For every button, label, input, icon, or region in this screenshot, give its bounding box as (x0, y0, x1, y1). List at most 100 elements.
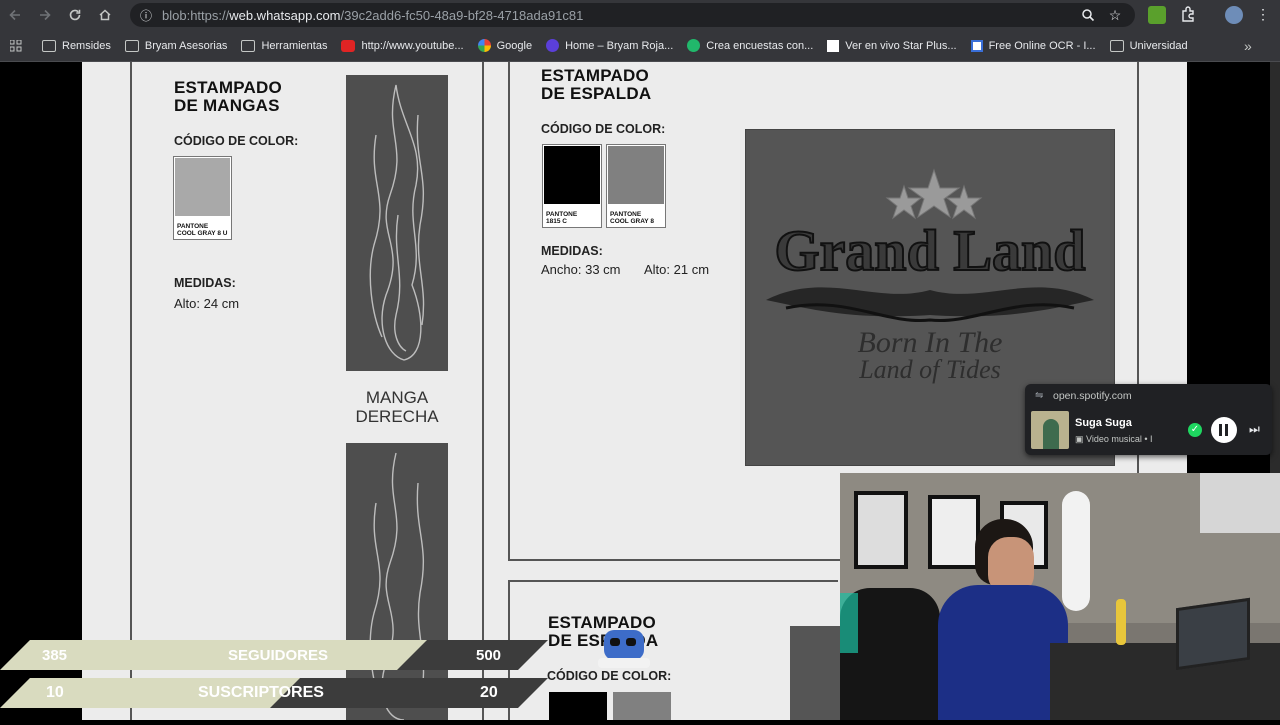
media-source: open.spotify.com (1053, 390, 1132, 402)
back-measures-label: MEDIDAS: (541, 244, 603, 258)
swatch-text-line: PANTONE (177, 223, 209, 230)
design-main-text: Grand Land (774, 218, 1085, 283)
bookmark-home-bryam[interactable]: Home – Bryam Roja... (546, 39, 673, 52)
swatch-text-line: PANTONE (546, 211, 578, 218)
reload-icon[interactable] (60, 0, 90, 30)
forward-arrow-icon[interactable] (30, 0, 60, 30)
address-bar[interactable]: ⓘ blob:https://web.whatsapp.com/39c2add6… (130, 3, 1135, 27)
url-scheme: blob:https:// (162, 7, 230, 23)
swatch-text: PANTONE COOL GRAY 8 U (177, 223, 227, 237)
swatch-color (608, 146, 664, 204)
sleeves-title-line: DE MANGAS (174, 96, 280, 115)
bookmark-google[interactable]: Google (477, 39, 533, 52)
frame-line (130, 62, 132, 720)
pause-button[interactable] (1211, 417, 1237, 443)
bookmark-youtube[interactable]: http://www.youtube... (341, 39, 464, 52)
sleeves-color-label: CÓDIGO DE COLOR: (174, 134, 299, 148)
wall-poster-2 (928, 495, 980, 569)
right-sleeve-label: MANGA DERECHA (346, 388, 448, 426)
apps-grid-icon[interactable] (8, 31, 24, 61)
stream-mascot-icon (598, 624, 650, 672)
skateboard (1062, 491, 1090, 611)
back-color-label: CÓDIGO DE COLOR: (541, 122, 666, 136)
url-path: /39c2add6-fc50-48a9-bf28-4718ada91c81 (340, 7, 584, 23)
back-title-line: DE ESPALDA (541, 84, 652, 103)
bookmark-label: Universidad (1129, 39, 1188, 52)
bookmark-remsides[interactable]: Remsides (42, 39, 111, 52)
sleeves-title: ESTAMPADO DE MANGAS (174, 79, 282, 115)
sleeves-color-swatch: PANTONE COOL GRAY 8 U (173, 156, 232, 240)
bookmark-universidad[interactable]: Universidad (1109, 39, 1188, 52)
bookmark-ocr[interactable]: Free Online OCR - I... (970, 39, 1096, 52)
bookmark-label: Ver en vivo Star Plus... (845, 39, 957, 52)
bookmark-label: http://www.youtube... (361, 39, 464, 52)
bookmarks-overflow-icon[interactable]: » (1244, 38, 1252, 54)
page-icon (827, 39, 840, 52)
frame-line (482, 62, 484, 720)
bookmark-label: Crea encuestas con... (706, 39, 814, 52)
followers-current: 385 (42, 647, 68, 664)
light-glow (840, 593, 858, 653)
url-text: blob:https://web.whatsapp.com/39c2add6-f… (162, 8, 583, 23)
bookmark-label: Herramientas (261, 39, 328, 52)
bookmark-encuestas[interactable]: Crea encuestas con... (687, 39, 813, 52)
bookmark-herramientas[interactable]: Herramientas (241, 39, 328, 52)
back-color-swatch-gray: PANTONE COOL GRAY 8 (606, 144, 666, 228)
mascot-eye (610, 638, 620, 646)
back-width: Ancho: 33 cm (541, 262, 621, 277)
manga-label-line: MANGA (365, 388, 429, 407)
bookmark-label: Free Online OCR - I... (988, 39, 1096, 52)
swatch-text-line: PANTONE (610, 211, 642, 218)
folder-icon (124, 39, 139, 52)
subs-goal: 20 (480, 684, 498, 701)
bookmark-label: Remsides (62, 39, 111, 52)
frame-line (508, 62, 510, 560)
puzzle-icon[interactable] (1180, 5, 1200, 25)
youtube-icon (341, 39, 356, 52)
folder-icon (241, 39, 256, 52)
survey-icon (687, 39, 701, 52)
sleeves-height: Alto: 24 cm (174, 296, 240, 311)
back-title-line: ESTAMPADO (541, 66, 649, 85)
url-host: web.whatsapp.com (229, 7, 341, 23)
home-icon[interactable] (90, 0, 120, 30)
webcam-overlay (840, 473, 1280, 720)
third-swatch-black (549, 692, 607, 720)
swatch-text-line: COOL GRAY 8 (610, 218, 654, 225)
third-design-preview (790, 626, 840, 720)
manga-label-line: DERECHA (355, 407, 439, 426)
folder-icon (42, 39, 56, 52)
person-shirt (938, 585, 1068, 720)
next-track-icon[interactable]: ⏭ (1249, 422, 1260, 437)
subscribers-goal-bar: 10 SUSCRIPTORES 20 (0, 678, 548, 708)
album-art-figure (1043, 419, 1059, 449)
bookmark-label: Google (496, 39, 533, 52)
swatch-text: PANTONE COOL GRAY 8 (610, 211, 654, 225)
wall-poster-1 (854, 491, 908, 569)
swatch-text-line: COOL GRAY 8 U (177, 230, 228, 237)
more-menu-icon[interactable]: ⋮ (1256, 6, 1270, 24)
video-icon: ▣ (1075, 434, 1087, 444)
bookmark-star-plus[interactable]: Ver en vivo Star Plus... (827, 39, 957, 52)
sleeves-measures-label: MEDIDAS: (174, 276, 236, 290)
back-arrow-icon[interactable] (0, 0, 30, 30)
track-subtitle-text: Video musical • I (1086, 434, 1153, 444)
bookmarks-bar: Remsides Bryam Asesorias Herramientas ht… (0, 30, 1280, 62)
back-title: ESTAMPADO DE ESPALDA (541, 67, 651, 103)
bottle (1116, 599, 1126, 645)
zoom-icon[interactable] (1076, 3, 1100, 27)
sleeves-title-line: ESTAMPADO (174, 78, 282, 97)
subs-label: SUSCRIPTORES (198, 684, 324, 701)
bookmark-bryam-asesorias[interactable]: Bryam Asesorias (124, 39, 228, 52)
profile-avatar-icon[interactable] (1225, 6, 1243, 24)
spotify-media-controls: ⇋ open.spotify.com Suga Suga ▣ Video mus… (1025, 384, 1272, 455)
extension-icon[interactable] (1148, 6, 1166, 24)
swatch-text-line: 1815 C (546, 218, 567, 225)
media-settings-icon[interactable]: ⇋ (1035, 390, 1043, 401)
subs-current: 10 (46, 684, 64, 701)
star-icon[interactable]: ☆ (1103, 3, 1127, 27)
bookmark-label: Bryam Asesorias (144, 39, 228, 52)
site-info-icon[interactable]: ⓘ (134, 7, 158, 24)
saved-check-icon[interactable]: ✓ (1188, 423, 1202, 437)
back-color-swatch-black: PANTONE 1815 C (542, 144, 602, 228)
